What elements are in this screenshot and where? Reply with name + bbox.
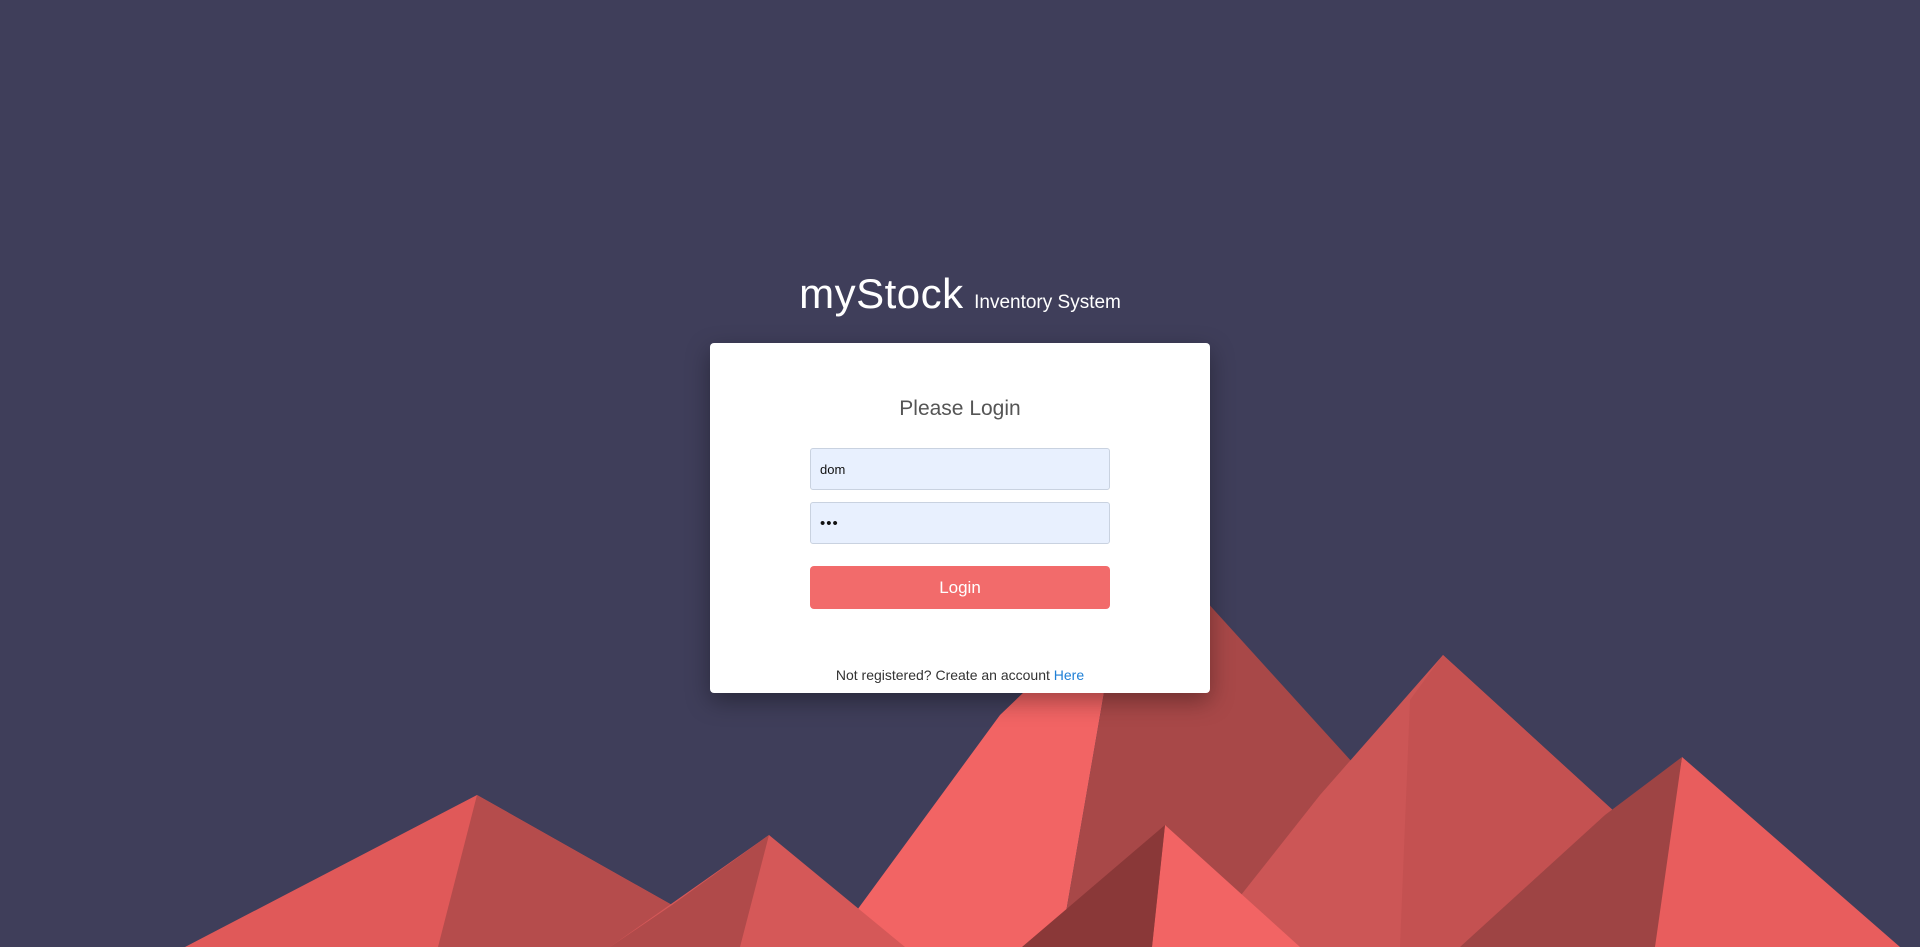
login-page: myStock Inventory System Please Login Lo…	[0, 0, 1920, 947]
password-input[interactable]	[810, 502, 1110, 544]
brand-header: myStock Inventory System	[0, 270, 1920, 318]
register-prompt: Not registered? Create an account Here	[710, 667, 1210, 683]
login-button[interactable]: Login	[810, 566, 1110, 609]
login-card: Please Login Login Not registered? Creat…	[710, 343, 1210, 693]
app-title: myStock	[799, 270, 964, 317]
register-link[interactable]: Here	[1054, 667, 1084, 683]
mountain-peak-far-right	[1650, 757, 1900, 947]
register-prompt-text: Not registered? Create an account	[835, 667, 1054, 683]
app-subtitle: Inventory System	[974, 292, 1121, 313]
login-heading: Please Login	[899, 397, 1021, 420]
username-input[interactable]	[810, 448, 1110, 490]
